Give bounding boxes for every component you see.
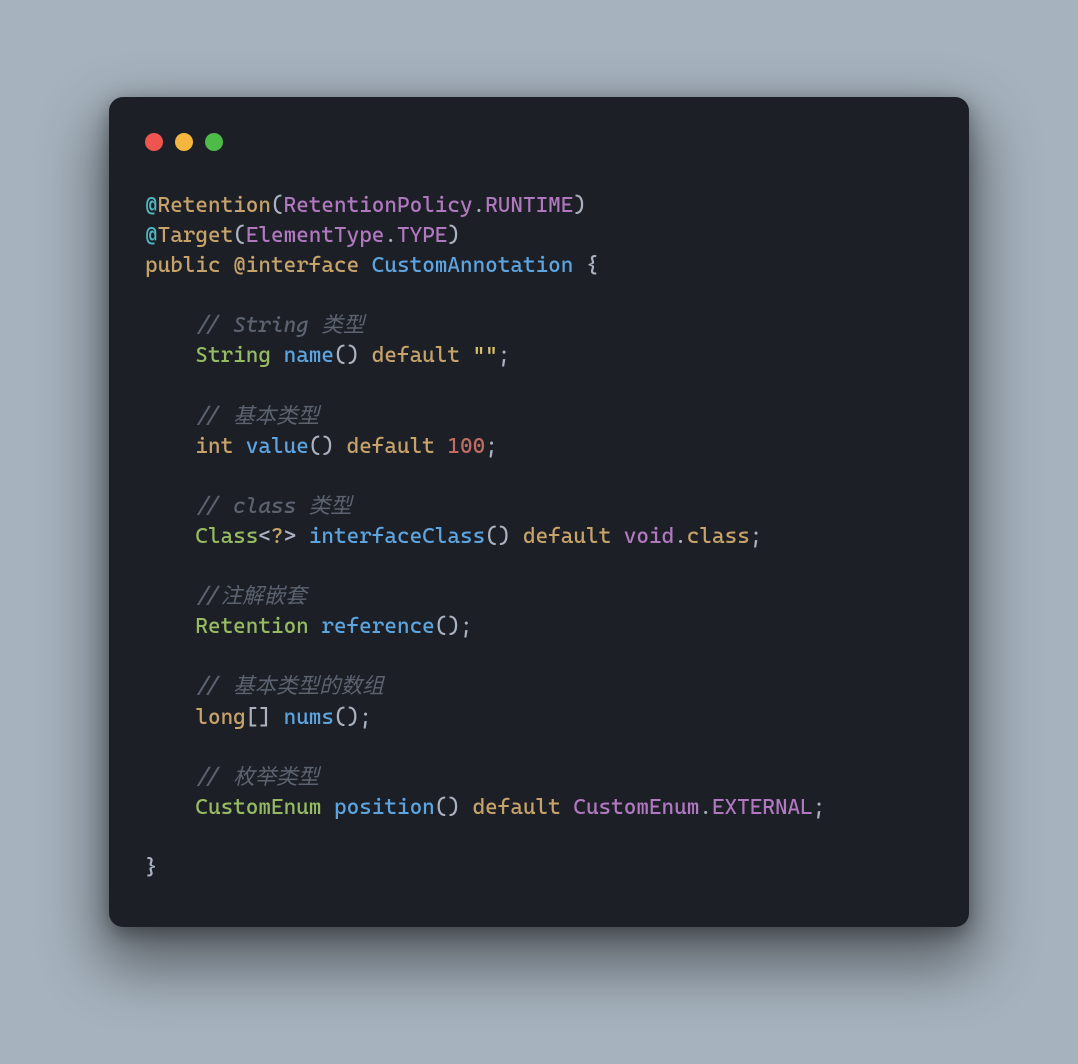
tok-enum-const: TYPE xyxy=(397,223,447,248)
tok-semicolon: ; xyxy=(460,614,473,639)
tok-comment: // 基本类型的数组 xyxy=(195,674,383,699)
tok-annotation-name: Target xyxy=(158,223,234,248)
tok-string-literal: "" xyxy=(473,343,498,368)
code-window: @Retention(RetentionPolicy.RUNTIME) @Tar… xyxy=(109,97,969,927)
tok-at: @ xyxy=(145,193,158,218)
tok-type-customenum: CustomEnum xyxy=(195,795,321,820)
tok-lparen: ( xyxy=(233,223,246,248)
tok-at: @ xyxy=(145,223,158,248)
tok-semicolon: ; xyxy=(750,524,763,549)
tok-parens: () xyxy=(485,524,510,549)
tok-number: 100 xyxy=(447,434,485,459)
tok-method-reference: reference xyxy=(321,614,434,639)
tok-type-string: String xyxy=(195,343,271,368)
tok-parens: () xyxy=(309,434,334,459)
tok-method-nums: nums xyxy=(284,705,334,730)
tok-dot: . xyxy=(473,193,486,218)
tok-keyword-default: default xyxy=(359,343,472,368)
tok-semicolon: ; xyxy=(813,795,826,820)
tok-keyword-int: int xyxy=(195,434,233,459)
tok-method-position: position xyxy=(334,795,435,820)
tok-parens: () xyxy=(334,343,359,368)
tok-annotation-name: Retention xyxy=(158,193,271,218)
tok-rparen: ) xyxy=(573,193,586,218)
tok-parens: () xyxy=(435,614,460,639)
tok-brace-close: } xyxy=(145,855,158,880)
tok-gt: > xyxy=(284,524,297,549)
tok-dot: . xyxy=(674,524,687,549)
tok-comment: // 枚举类型 xyxy=(195,765,319,790)
tok-keyword-default: default xyxy=(510,524,623,549)
tok-type-name: CustomAnnotation xyxy=(372,253,574,278)
tok-comment: // 基本类型 xyxy=(195,404,319,429)
tok-keyword-long: long xyxy=(195,705,245,730)
code-block: @Retention(RetentionPolicy.RUNTIME) @Tar… xyxy=(145,191,933,883)
tok-keyword-class: class xyxy=(687,524,750,549)
tok-dot: . xyxy=(699,795,712,820)
tok-rparen: ) xyxy=(447,223,460,248)
tok-keyword-at-interface: @interface xyxy=(233,253,359,278)
tok-enum-const: EXTERNAL xyxy=(712,795,813,820)
tok-method-value: value xyxy=(246,434,309,459)
tok-wildcard: ? xyxy=(271,524,284,549)
tok-method-name: name xyxy=(284,343,334,368)
tok-enum-class: ElementType xyxy=(246,223,385,248)
window-traffic-lights xyxy=(145,133,933,151)
tok-method-interfaceClass: interfaceClass xyxy=(309,524,485,549)
tok-type-retention: Retention xyxy=(195,614,308,639)
tok-enum-class: CustomEnum xyxy=(573,795,699,820)
tok-lt: < xyxy=(258,524,271,549)
tok-semicolon: ; xyxy=(359,705,372,730)
tok-parens: () xyxy=(435,795,460,820)
tok-comment: // String 类型 xyxy=(195,313,364,338)
tok-dot: . xyxy=(384,223,397,248)
window-minimize-icon[interactable] xyxy=(175,133,193,151)
tok-enum-const: RUNTIME xyxy=(485,193,573,218)
window-zoom-icon[interactable] xyxy=(205,133,223,151)
tok-type-class: Class xyxy=(195,524,258,549)
window-close-icon[interactable] xyxy=(145,133,163,151)
tok-brackets: [] xyxy=(246,705,271,730)
tok-comment: // class 类型 xyxy=(195,494,351,519)
tok-semicolon: ; xyxy=(498,343,511,368)
tok-semicolon: ; xyxy=(485,434,498,459)
tok-brace-open: { xyxy=(573,253,598,278)
tok-keyword-public: public xyxy=(145,253,221,278)
tok-lparen: ( xyxy=(271,193,284,218)
tok-parens: () xyxy=(334,705,359,730)
tok-comment: //注解嵌套 xyxy=(195,584,306,609)
tok-keyword-default: default xyxy=(460,795,573,820)
tok-enum-class: RetentionPolicy xyxy=(284,193,473,218)
tok-keyword-void: void xyxy=(624,524,674,549)
tok-keyword-default: default xyxy=(334,434,447,459)
